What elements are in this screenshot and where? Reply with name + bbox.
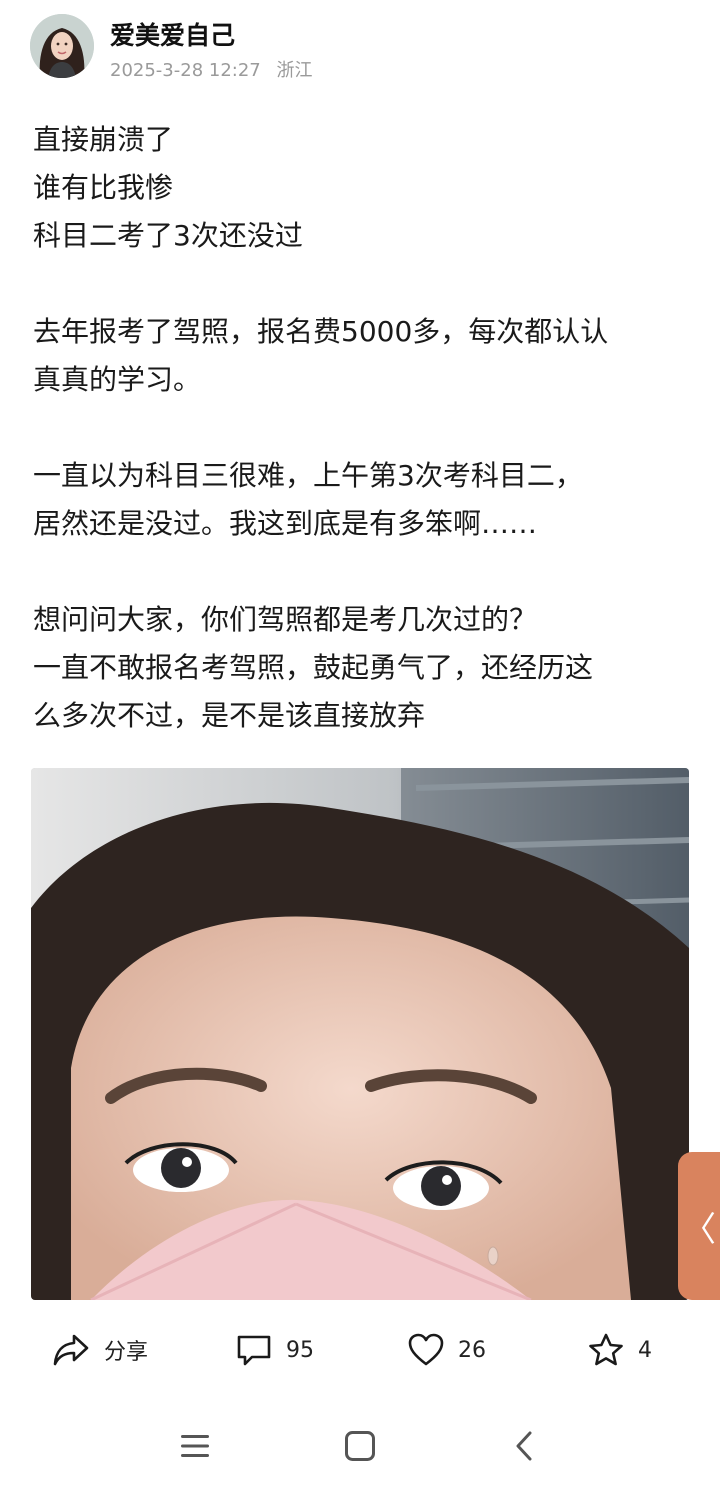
avatar[interactable] — [30, 14, 94, 78]
post-line: 一直以为科目三很难，上午第3次考科目二， — [33, 459, 583, 492]
favorite-button[interactable]: 4 — [588, 1322, 652, 1378]
share-label: 分享 — [104, 1340, 149, 1365]
post-body: 直接崩溃了 谁有比我惨 科目二考了3次还没过 去年报考了驾照，报名费5000多，… — [33, 116, 693, 740]
post-paragraph: 一直以为科目三很难，上午第3次考科目二， 居然还是没过。我这到底是有多笨啊…… — [33, 452, 693, 548]
post-paragraph: 直接崩溃了 谁有比我惨 科目二考了3次还没过 — [33, 116, 693, 260]
action-bar: 分享 95 26 4 — [0, 1322, 720, 1378]
post-paragraph: 去年报考了驾照，报名费5000多，每次都认认 真真的学习。 — [33, 308, 693, 404]
home-square-icon[interactable] — [338, 1424, 382, 1468]
star-icon — [588, 1333, 624, 1367]
post-line: 谁有比我惨 — [33, 171, 174, 204]
author-name[interactable]: 爱美爱自己 — [110, 16, 235, 52]
side-tab-chevron-icon: 〈 — [682, 1209, 716, 1250]
share-icon — [52, 1333, 90, 1367]
comment-button[interactable]: 95 — [236, 1322, 314, 1378]
post-date: 2025-3-28 12:27 — [110, 60, 261, 81]
post-header: 爱美爱自己 2025-3-28 12:27 浙江 — [30, 14, 690, 82]
post-location: 浙江 — [276, 60, 313, 81]
post-photo[interactable] — [31, 768, 689, 1300]
post-line: 居然还是没过。我这到底是有多笨啊…… — [33, 507, 538, 540]
post-line: 想问问大家，你们驾照都是考几次过的？ — [33, 603, 538, 636]
post-line: 去年报考了驾照，报名费5000多，每次都认认 — [33, 315, 609, 348]
menu-icon[interactable] — [173, 1424, 217, 1468]
comment-count: 95 — [286, 1337, 314, 1363]
share-button[interactable]: 分享 — [52, 1322, 148, 1378]
post-line: 一直不敢报名考驾照，鼓起勇气了，还经历这 — [33, 651, 594, 684]
post-line: 科目二考了3次还没过 — [33, 219, 303, 252]
post-paragraph: 想问问大家，你们驾照都是考几次过的？ 一直不敢报名考驾照，鼓起勇气了，还经历这 … — [33, 596, 693, 740]
post-line: 么多次不过，是不是该直接放弃 — [33, 699, 426, 732]
post-meta: 2025-3-28 12:27 浙江 — [110, 56, 312, 82]
favorite-count: 4 — [638, 1337, 652, 1363]
like-count: 26 — [458, 1337, 486, 1363]
post-line: 真真的学习。 — [33, 363, 202, 396]
side-expand-tab[interactable]: 〈 — [678, 1152, 720, 1300]
post-line: 直接崩溃了 — [33, 123, 174, 156]
heart-icon — [408, 1333, 444, 1367]
like-button[interactable]: 26 — [408, 1322, 486, 1378]
system-nav-bar — [0, 1412, 720, 1478]
back-chevron-icon[interactable] — [502, 1424, 546, 1468]
comment-icon — [236, 1333, 272, 1367]
